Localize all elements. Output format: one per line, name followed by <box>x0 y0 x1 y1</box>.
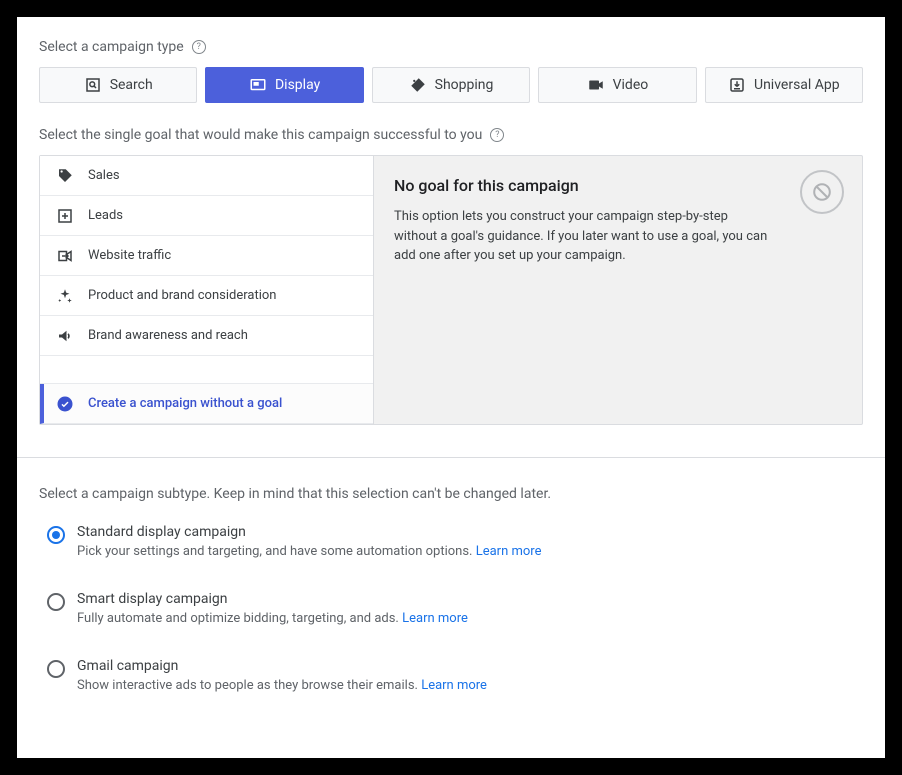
subtype-title: Standard display campaign <box>77 524 542 540</box>
goal-item-traffic[interactable]: Website traffic <box>40 236 373 276</box>
subtype-text: Smart display campaign Fully automate an… <box>77 591 468 626</box>
tab-search-label: Search <box>110 77 153 93</box>
app-icon <box>728 76 746 94</box>
goal-item-leads[interactable]: Leads <box>40 196 373 236</box>
tab-video[interactable]: Video <box>538 67 696 103</box>
goal-item-no-goal[interactable]: Create a campaign without a goal <box>40 384 373 424</box>
goal-label: Brand awareness and reach <box>88 328 248 343</box>
goal-label: Product and brand consideration <box>88 288 276 303</box>
tab-universal-app[interactable]: Universal App <box>705 67 863 103</box>
sparkle-icon <box>56 287 74 305</box>
megaphone-icon <box>56 327 74 345</box>
check-circle-icon <box>56 395 74 413</box>
leads-icon <box>56 207 74 225</box>
subtype-desc: Pick your settings and targeting, and ha… <box>77 544 542 559</box>
divider <box>17 457 885 458</box>
tag-icon <box>56 167 74 185</box>
goal-list: Sales Leads Website traffic Product and … <box>40 156 374 424</box>
subtype-text: Gmail campaign Show interactive ads to p… <box>77 658 487 693</box>
subtype-label: Select a campaign subtype. Keep in mind … <box>39 486 863 502</box>
goal-label: Website traffic <box>88 248 171 263</box>
campaign-type-tabs: Search Display Shopping Video Universal … <box>39 67 863 103</box>
help-icon[interactable]: ? <box>490 128 504 142</box>
subtype-desc-text: Fully automate and optimize bidding, tar… <box>77 611 399 626</box>
no-goal-badge-icon <box>800 170 844 214</box>
goal-desc-body: This option lets you construct your camp… <box>394 207 774 266</box>
subtype-text: Standard display campaign Pick your sett… <box>77 524 542 559</box>
subtype-desc: Fully automate and optimize bidding, tar… <box>77 611 468 626</box>
tab-video-label: Video <box>613 77 649 93</box>
subtype-list: Standard display campaign Pick your sett… <box>39 514 863 703</box>
subtype-title: Gmail campaign <box>77 658 487 674</box>
radio-smart[interactable] <box>47 593 65 611</box>
subtype-title: Smart display campaign <box>77 591 468 607</box>
radio-gmail[interactable] <box>47 660 65 678</box>
subtype-standard[interactable]: Standard display campaign Pick your sett… <box>39 514 863 569</box>
goal-item-sales[interactable]: Sales <box>40 156 373 196</box>
goal-label: Leads <box>88 208 123 223</box>
goal-label: Select the single goal that would make t… <box>39 127 863 143</box>
campaign-setup-panel: Select a campaign type ? Search Display … <box>17 17 885 758</box>
tab-universal-label: Universal App <box>754 77 840 93</box>
subtype-smart[interactable]: Smart display campaign Fully automate an… <box>39 581 863 636</box>
subtype-text: Select a campaign subtype. Keep in mind … <box>39 486 551 502</box>
ban-icon <box>811 181 833 203</box>
display-icon <box>249 76 267 94</box>
tab-shopping-label: Shopping <box>435 77 494 93</box>
goal-item-consideration[interactable]: Product and brand consideration <box>40 276 373 316</box>
tab-search[interactable]: Search <box>39 67 197 103</box>
radio-standard[interactable] <box>47 526 65 544</box>
subtype-desc-text: Pick your settings and targeting, and ha… <box>77 544 472 559</box>
help-icon[interactable]: ? <box>192 40 206 54</box>
tab-shopping[interactable]: Shopping <box>372 67 530 103</box>
tab-display-label: Display <box>275 77 320 93</box>
subtype-gmail[interactable]: Gmail campaign Show interactive ads to p… <box>39 648 863 703</box>
learn-more-link[interactable]: Learn more <box>402 611 468 626</box>
subtype-desc-text: Show interactive ads to people as they b… <box>77 678 418 693</box>
traffic-icon <box>56 247 74 265</box>
learn-more-link[interactable]: Learn more <box>476 544 542 559</box>
goal-desc-title: No goal for this campaign <box>394 176 792 195</box>
goal-spacer <box>40 356 373 384</box>
search-icon <box>84 76 102 94</box>
tab-display[interactable]: Display <box>205 67 363 103</box>
goal-label: Create a campaign without a goal <box>88 396 282 411</box>
goal-label: Sales <box>88 168 120 183</box>
subtype-desc: Show interactive ads to people as they b… <box>77 678 487 693</box>
campaign-type-text: Select a campaign type <box>39 39 184 55</box>
learn-more-link[interactable]: Learn more <box>421 678 487 693</box>
goal-text: Select the single goal that would make t… <box>39 127 482 143</box>
goal-item-awareness[interactable]: Brand awareness and reach <box>40 316 373 356</box>
video-icon <box>587 76 605 94</box>
goal-panel: Sales Leads Website traffic Product and … <box>39 155 863 425</box>
campaign-type-label: Select a campaign type ? <box>39 39 863 55</box>
goal-description: No goal for this campaign This option le… <box>374 156 862 424</box>
shopping-icon <box>409 76 427 94</box>
